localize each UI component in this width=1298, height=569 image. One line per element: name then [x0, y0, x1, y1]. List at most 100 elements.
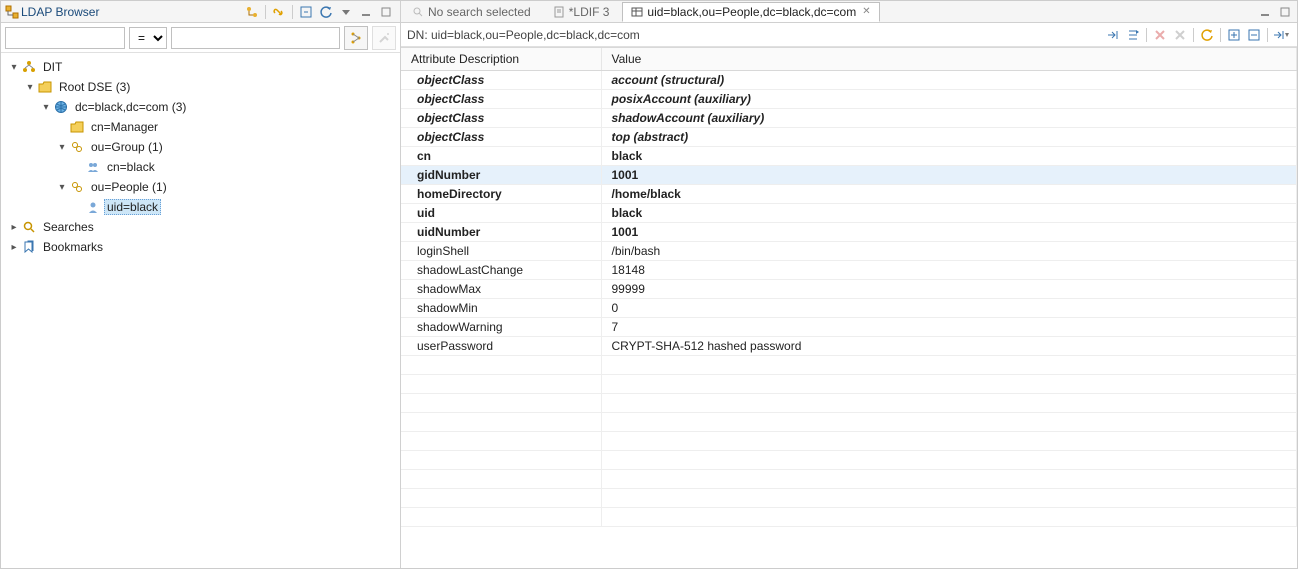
- toggle-autoexpand-icon[interactable]: [1124, 26, 1142, 44]
- attribute-table: Attribute Description Value objectClassa…: [401, 48, 1297, 527]
- collapse-all-attrs-icon[interactable]: [1245, 26, 1263, 44]
- maximize-icon[interactable]: [377, 3, 395, 21]
- tree-node-uid-black[interactable]: uid=black: [3, 197, 398, 217]
- tree-node-cn-black[interactable]: cn=black: [3, 157, 398, 177]
- attr-value-cell[interactable]: black: [601, 204, 1297, 223]
- minimize-icon[interactable]: [357, 3, 375, 21]
- tab-entry[interactable]: uid=black,ou=People,dc=black,dc=com ✕: [622, 2, 879, 22]
- attr-name-cell[interactable]: shadowMax: [401, 280, 601, 299]
- twisty-icon[interactable]: ▾: [55, 142, 69, 153]
- tree-node-root-dse[interactable]: ▾ Root DSE (3): [3, 77, 398, 97]
- close-tab-icon[interactable]: ✕: [862, 6, 870, 17]
- tree-node-ou-people[interactable]: ▾ ou=People (1): [3, 177, 398, 197]
- toggle-quickfilter-icon[interactable]: [1104, 26, 1122, 44]
- filter-attribute-input[interactable]: [5, 27, 125, 49]
- attr-value-cell[interactable]: 18148: [601, 261, 1297, 280]
- table-row[interactable]: objectClasstop (abstract): [401, 128, 1297, 147]
- expand-all-attrs-icon[interactable]: [1225, 26, 1243, 44]
- attr-value-cell[interactable]: /bin/bash: [601, 242, 1297, 261]
- view-menu-icon[interactable]: [337, 3, 355, 21]
- attr-name-cell[interactable]: loginShell: [401, 242, 601, 261]
- attr-name-cell[interactable]: uid: [401, 204, 601, 223]
- attr-value-cell[interactable]: 7: [601, 318, 1297, 337]
- attr-name-cell[interactable]: shadowMin: [401, 299, 601, 318]
- attr-value-cell[interactable]: 99999: [601, 280, 1297, 299]
- entry-tab-icon: [631, 6, 643, 18]
- maximize-editor-icon[interactable]: [1276, 3, 1294, 21]
- attr-name-cell[interactable]: uidNumber: [401, 223, 601, 242]
- attr-name-cell[interactable]: userPassword: [401, 337, 601, 356]
- minimize-editor-icon[interactable]: [1256, 3, 1274, 21]
- attr-name-cell[interactable]: cn: [401, 147, 601, 166]
- twisty-icon[interactable]: ▸: [7, 242, 21, 253]
- twisty-icon[interactable]: ▾: [55, 182, 69, 193]
- attr-name-cell[interactable]: shadowWarning: [401, 318, 601, 337]
- table-row[interactable]: loginShell/bin/bash: [401, 242, 1297, 261]
- twisty-icon[interactable]: ▸: [7, 222, 21, 233]
- delete-value-icon[interactable]: [1171, 26, 1189, 44]
- table-row[interactable]: objectClassaccount (structural): [401, 71, 1297, 90]
- twisty-icon[interactable]: ▾: [23, 82, 37, 93]
- collapse-all-icon[interactable]: [297, 3, 315, 21]
- attr-name-cell[interactable]: gidNumber: [401, 166, 601, 185]
- filter-operator-select[interactable]: =: [129, 27, 167, 49]
- show-dit-icon[interactable]: [243, 3, 261, 21]
- globe-icon: [53, 100, 69, 114]
- attr-value-cell[interactable]: black: [601, 147, 1297, 166]
- attr-name-cell[interactable]: shadowLastChange: [401, 261, 601, 280]
- bookmark-icon: [21, 240, 37, 254]
- refresh-attrs-icon[interactable]: [1198, 26, 1216, 44]
- attr-value-cell[interactable]: posixAccount (auxiliary): [601, 90, 1297, 109]
- attr-value-cell[interactable]: /home/black: [601, 185, 1297, 204]
- tree-node-cn-manager[interactable]: cn=Manager: [3, 117, 398, 137]
- table-row[interactable]: userPasswordCRYPT-SHA-512 hashed passwor…: [401, 337, 1297, 356]
- tree-node-ou-group[interactable]: ▾ ou=Group (1): [3, 137, 398, 157]
- attr-name-cell[interactable]: objectClass: [401, 128, 601, 147]
- tab-ldif[interactable]: *LDIF 3: [544, 2, 619, 22]
- tree-node-bookmarks[interactable]: ▸ Bookmarks: [3, 237, 398, 257]
- header-attribute[interactable]: Attribute Description: [401, 48, 601, 71]
- tree-node-dit[interactable]: ▾ DIT: [3, 57, 398, 77]
- table-row-empty: [401, 375, 1297, 394]
- settings-dropdown-icon[interactable]: [1272, 26, 1290, 44]
- table-row[interactable]: shadowMin0: [401, 299, 1297, 318]
- attribute-grid[interactable]: Attribute Description Value objectClassa…: [401, 47, 1297, 568]
- attr-name-cell[interactable]: objectClass: [401, 90, 601, 109]
- table-row[interactable]: homeDirectory/home/black: [401, 185, 1297, 204]
- attr-value-cell[interactable]: 0: [601, 299, 1297, 318]
- attr-value-cell[interactable]: CRYPT-SHA-512 hashed password: [601, 337, 1297, 356]
- table-row[interactable]: objectClassshadowAccount (auxiliary): [401, 109, 1297, 128]
- tab-no-search[interactable]: No search selected: [403, 2, 540, 22]
- header-value[interactable]: Value: [601, 48, 1297, 71]
- delete-attr-icon[interactable]: [1151, 26, 1169, 44]
- ldap-tree[interactable]: ▾ DIT ▾ Root DSE (3) ▾ dc=black,dc=com (…: [1, 53, 400, 568]
- table-row[interactable]: shadowLastChange18148: [401, 261, 1297, 280]
- table-row[interactable]: uidNumber1001: [401, 223, 1297, 242]
- attr-name-cell[interactable]: objectClass: [401, 71, 601, 90]
- table-row-empty: [401, 413, 1297, 432]
- refresh-icon[interactable]: [317, 3, 335, 21]
- tree-node-dc[interactable]: ▾ dc=black,dc=com (3): [3, 97, 398, 117]
- group-icon: [85, 160, 101, 174]
- table-row[interactable]: uidblack: [401, 204, 1297, 223]
- table-row[interactable]: gidNumber1001: [401, 166, 1297, 185]
- apply-filter-button[interactable]: [344, 26, 368, 50]
- table-row[interactable]: cnblack: [401, 147, 1297, 166]
- attr-value-cell[interactable]: top (abstract): [601, 128, 1297, 147]
- twisty-icon[interactable]: ▾: [7, 62, 21, 73]
- table-row[interactable]: shadowWarning7: [401, 318, 1297, 337]
- attr-name-cell[interactable]: objectClass: [401, 109, 601, 128]
- attr-name-cell[interactable]: homeDirectory: [401, 185, 601, 204]
- table-row[interactable]: objectClassposixAccount (auxiliary): [401, 90, 1297, 109]
- table-row[interactable]: shadowMax99999: [401, 280, 1297, 299]
- filter-value-input[interactable]: [171, 27, 340, 49]
- attr-value-cell[interactable]: 1001: [601, 223, 1297, 242]
- ldap-browser-panel: LDAP Browser = ▾ DIT: [1, 1, 401, 568]
- link-icon[interactable]: [270, 3, 288, 21]
- twisty-icon[interactable]: ▾: [39, 102, 53, 113]
- attr-value-cell[interactable]: 1001: [601, 166, 1297, 185]
- tree-node-searches[interactable]: ▸ Searches: [3, 217, 398, 237]
- attr-value-cell[interactable]: shadowAccount (auxiliary): [601, 109, 1297, 128]
- separator: [1193, 28, 1194, 42]
- attr-value-cell[interactable]: account (structural): [601, 71, 1297, 90]
